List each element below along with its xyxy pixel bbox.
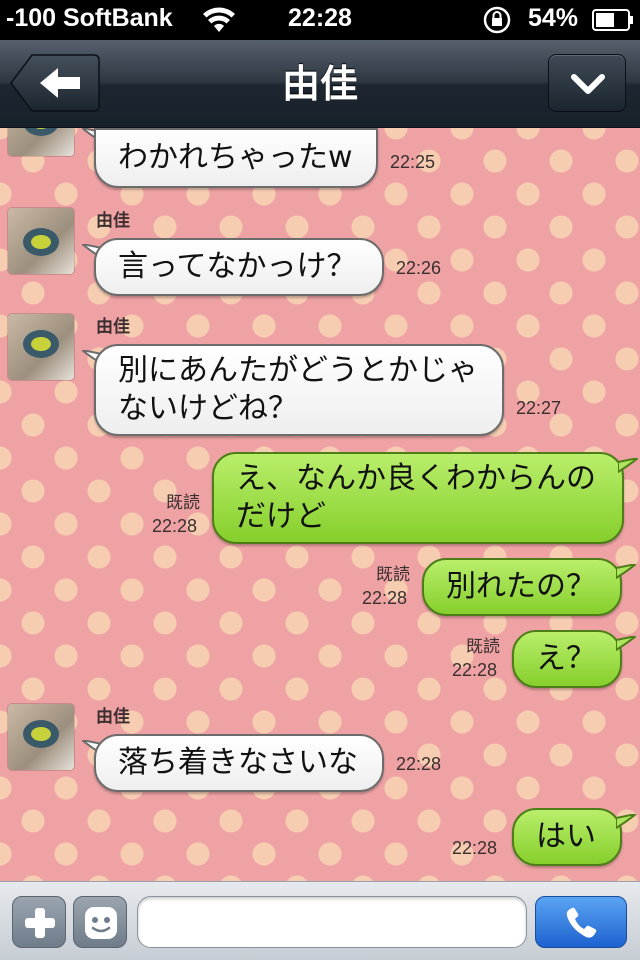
sender-name: 由佳 xyxy=(96,211,130,231)
message-text: え？ xyxy=(536,641,596,676)
message-bubble[interactable]: 別にあんたがどうとかじゃ ないけどね？ xyxy=(94,344,504,436)
message-text: 落ち着きなさいな xyxy=(118,745,358,780)
message-bubble[interactable]: 落ち着きなさいな xyxy=(94,734,384,792)
page-title: 由佳 xyxy=(281,62,358,106)
add-attachment-button[interactable] xyxy=(12,896,66,948)
avatar[interactable] xyxy=(8,704,74,770)
message-time: 22:28 xyxy=(452,838,498,858)
bubble-tail xyxy=(618,458,638,474)
message-line: 別にあんたがどうとかじゃ xyxy=(118,353,478,388)
message-text: はい xyxy=(536,819,596,854)
message-time: 22:28 xyxy=(396,754,442,774)
battery-percent: 54% xyxy=(528,4,579,32)
message-time: 22:28 xyxy=(452,660,498,680)
menu-button[interactable] xyxy=(548,54,626,112)
message-text: 言ってなかっけ？ xyxy=(118,249,357,284)
emoji-icon xyxy=(85,907,117,939)
read-receipt: 既読 xyxy=(130,488,200,513)
bubble-tail xyxy=(616,564,636,580)
avatar[interactable] xyxy=(8,314,74,380)
message-input-bar xyxy=(0,881,640,960)
message-time: 22:27 xyxy=(516,398,562,418)
status-bar: -100 SoftBank 22:28 54% xyxy=(0,0,640,40)
message-time: 22:25 xyxy=(390,152,436,172)
message-line: ないけどね？ xyxy=(118,391,298,426)
call-button[interactable] xyxy=(535,896,627,948)
plus-icon xyxy=(25,908,55,938)
message-time: 22:28 xyxy=(152,516,198,536)
battery-icon xyxy=(592,9,633,31)
message-bubble[interactable]: 別れたの？ xyxy=(422,558,622,616)
message-text: わかれちゃったw xyxy=(118,140,353,175)
chevron-down-icon xyxy=(571,74,605,94)
avatar[interactable] xyxy=(8,208,74,274)
phone-icon xyxy=(566,907,597,938)
message-bubble[interactable]: はい xyxy=(512,808,622,866)
bubble-tail xyxy=(616,814,636,830)
message-bubble[interactable]: え、なんか良くわからんの だけど xyxy=(212,452,624,544)
read-receipt: 既読 xyxy=(340,560,410,585)
read-receipt: 既読 xyxy=(430,632,500,657)
chat-area[interactable]: わかれちゃったw 22:25 由佳 言ってなかっけ？ 22:26 由佳 別にあん… xyxy=(0,128,640,881)
message-text: 別れたの？ xyxy=(446,569,596,604)
read-label: 既読 xyxy=(376,565,410,585)
message-time: 22:26 xyxy=(396,258,442,278)
read-label: 既読 xyxy=(166,493,200,513)
message-bubble[interactable]: わかれちゃったw xyxy=(94,128,378,188)
message-bubble[interactable]: え？ xyxy=(512,630,622,688)
rotation-lock-icon xyxy=(483,6,511,34)
bubble-tail xyxy=(616,636,636,652)
nav-bar: 由佳 xyxy=(0,40,640,128)
message-line: だけど xyxy=(236,499,326,534)
avatar[interactable] xyxy=(8,128,74,156)
message-line: え、なんか良くわからんの xyxy=(236,461,596,496)
sender-name: 由佳 xyxy=(96,317,130,337)
sender-name: 由佳 xyxy=(96,707,130,727)
read-label: 既読 xyxy=(466,637,500,657)
sticker-button[interactable] xyxy=(73,896,127,948)
message-bubble[interactable]: 言ってなかっけ？ xyxy=(94,238,384,296)
message-input[interactable] xyxy=(137,896,527,948)
message-time: 22:28 xyxy=(362,588,408,608)
